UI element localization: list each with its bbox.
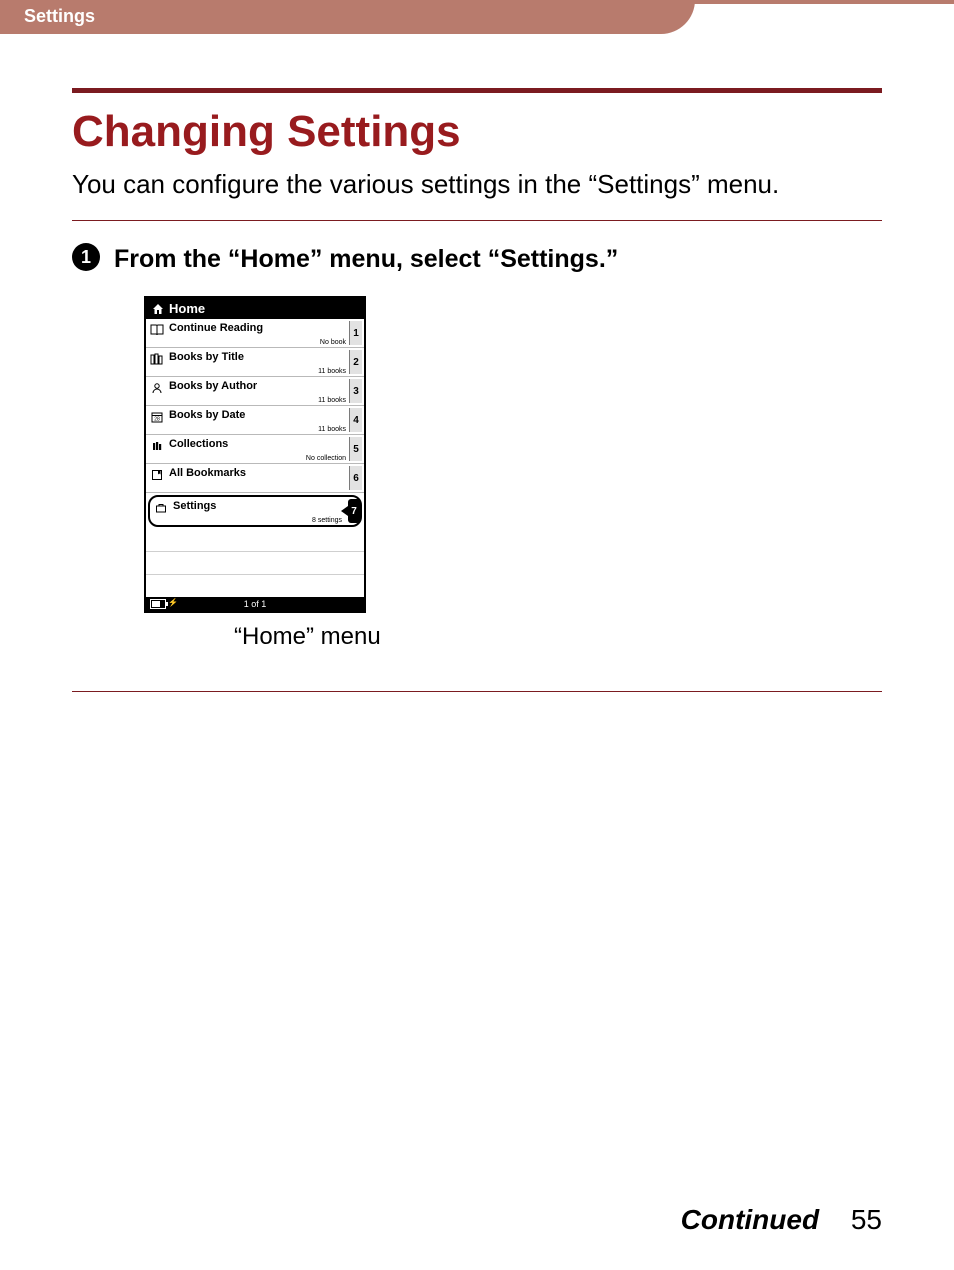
list-item-label: Books by Title (169, 351, 244, 363)
section-label: Settings (24, 6, 95, 27)
list-item-number: 3 (349, 379, 362, 403)
step-1: 1 From the “Home” menu, select “Settings… (72, 243, 882, 274)
list-item-sub: No book (320, 339, 346, 346)
list-item-number: 5 (349, 437, 362, 461)
header-tab-bg (0, 0, 640, 34)
list-item-continue-reading: Continue Reading No book 1 (146, 319, 364, 348)
header-band: Settings (0, 0, 954, 34)
list-item-sub: 8 settings (312, 517, 342, 524)
figure-caption: “Home” menu (234, 623, 882, 651)
list-item-sub: 11 books (318, 426, 346, 433)
toolbox-icon (154, 501, 168, 515)
device-page-indicator: 1 of 1 (244, 599, 267, 609)
calendar-icon: 28 (150, 410, 164, 424)
list-item-collections: Collections No collection 5 (146, 435, 364, 464)
step-number-badge: 1 (72, 243, 100, 271)
list-item-label: Continue Reading (169, 322, 263, 334)
list-item-label: All Bookmarks (169, 467, 246, 479)
list-empty-row (146, 552, 364, 575)
list-item-all-bookmarks: All Bookmarks 6 (146, 464, 364, 493)
divider (72, 220, 882, 221)
list-item-label: Books by Date (169, 409, 245, 421)
list-item-label: Settings (173, 500, 216, 512)
list-item-books-by-author: Books by Author 11 books 3 (146, 377, 364, 406)
device-title: Home (169, 301, 205, 316)
device-footer: ⚡ 1 of 1 (146, 597, 364, 611)
list-empty-row (146, 529, 364, 552)
device-list: Continue Reading No book 1 Books by Titl… (146, 319, 364, 597)
list-item-number: 6 (349, 466, 362, 490)
header-tab-curve (640, 0, 695, 34)
svg-text:28: 28 (154, 417, 160, 423)
books-icon (150, 352, 164, 366)
list-empty-row (146, 575, 364, 597)
pointer-arrow-icon (341, 506, 348, 516)
list-item-books-by-title: Books by Title 11 books 2 (146, 348, 364, 377)
book-open-icon (150, 323, 164, 337)
device-home-menu: Home Continue Reading No book 1 Books by… (144, 296, 366, 613)
title-rule (72, 88, 882, 93)
stack-icon (150, 439, 164, 453)
list-item-sub: No collection (306, 455, 346, 462)
list-item-number: 4 (349, 408, 362, 432)
list-item-sub: 11 books (318, 397, 346, 404)
list-item-label: Books by Author (169, 380, 257, 392)
list-item-number: 1 (349, 321, 362, 345)
home-icon (152, 303, 164, 315)
bookmark-icon (150, 468, 164, 482)
person-icon (150, 381, 164, 395)
device-titlebar: Home (146, 298, 364, 319)
closing-rule (72, 691, 882, 692)
list-item-label: Collections (169, 438, 228, 450)
list-item-settings-selected: Settings 8 settings 7 (148, 495, 362, 527)
page-title: Changing Settings (72, 107, 882, 157)
bolt-icon: ⚡ (168, 598, 178, 607)
battery-icon (150, 599, 166, 609)
header-tab-line (690, 0, 954, 4)
page-footer: Continued 55 (681, 1204, 882, 1236)
step-text: From the “Home” menu, select “Settings.” (114, 244, 618, 274)
continued-label: Continued (681, 1204, 819, 1235)
list-item-sub: 11 books (318, 368, 346, 375)
intro-text: You can configure the various settings i… (72, 167, 882, 202)
list-item-books-by-date: 28 Books by Date 11 books 4 (146, 406, 364, 435)
list-item-number: 2 (349, 350, 362, 374)
page-number: 55 (851, 1204, 882, 1235)
list-item-number: 7 (348, 499, 360, 523)
